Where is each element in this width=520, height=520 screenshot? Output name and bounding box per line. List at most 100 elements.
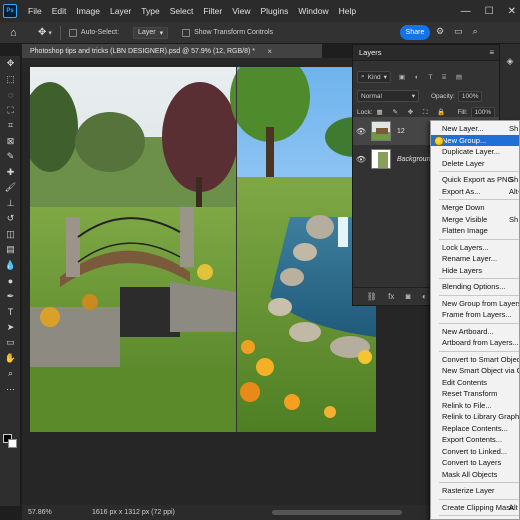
type-icon[interactable]: T (0, 304, 21, 320)
context-menu-item[interactable]: Artboard from Layers... (431, 337, 519, 349)
auto-select-dropdown[interactable]: Layer ▾ (133, 26, 169, 39)
crop-icon[interactable]: ⌗ (0, 118, 21, 134)
adjustment-icon[interactable]: ◐ (422, 292, 427, 301)
context-menu-item[interactable]: Relink to Library Graphic (431, 411, 519, 423)
menu-image[interactable]: Image (71, 0, 105, 22)
lasso-icon[interactable]: ◌ (0, 87, 21, 103)
context-menu-item[interactable]: Merge Down (431, 202, 519, 214)
context-menu-item[interactable]: Convert to Linked... (431, 446, 519, 458)
mask-icon[interactable]: ◙ (406, 292, 411, 301)
context-menu-item[interactable]: Flatten Image (431, 225, 519, 237)
context-menu-item[interactable]: Export Contents... (431, 434, 519, 446)
context-menu-item[interactable]: Mask All Objects (431, 469, 519, 481)
gradient-icon[interactable]: ▤ (0, 242, 21, 258)
hand-icon[interactable]: ✋ (0, 351, 21, 367)
history-brush-icon[interactable]: ↺ (0, 211, 21, 227)
close-tab-icon[interactable]: × (267, 47, 272, 56)
context-menu-item-label: New Group... (442, 135, 487, 145)
menu-filter[interactable]: Filter (198, 0, 227, 22)
context-menu-item-label: Mask All Objects (442, 469, 498, 479)
context-menu-item[interactable]: Convert to Smart Object (431, 354, 519, 366)
visibility-eye-icon[interactable]: 👁 (353, 127, 369, 136)
context-menu-item[interactable]: Rename Layer... (431, 253, 519, 265)
marquee-icon[interactable]: ⬚ (0, 72, 21, 88)
context-menu-item[interactable]: New Group from Layers... (431, 298, 519, 310)
visibility-eye-icon[interactable]: 👁 (353, 155, 369, 164)
context-menu-item[interactable]: Lock Layers... (431, 242, 519, 254)
document-canvas[interactable] (30, 67, 376, 432)
rectangle-icon[interactable]: ▭ (0, 335, 21, 351)
move-icon[interactable]: ✥ (0, 56, 21, 72)
maximize-icon[interactable]: ☐ (485, 6, 494, 17)
dodge-icon[interactable]: ● (0, 273, 21, 289)
filter-kind-dropdown[interactable]: ⌕ Kind ▾ (357, 71, 391, 83)
close-icon[interactable]: ✕ (508, 6, 516, 17)
opacity-field[interactable]: 100% (457, 90, 483, 102)
context-menu-item[interactable]: New Layer... Sh (431, 123, 519, 135)
layers-panel-header[interactable]: Layers ≡ (353, 45, 499, 61)
minimize-icon[interactable]: — (461, 6, 471, 17)
link-icon[interactable]: ⛓ (367, 292, 377, 301)
context-menu-item[interactable]: Reset Transform (431, 388, 519, 400)
context-menu-item[interactable]: Hide Layers (431, 265, 519, 277)
menu-separator (439, 498, 519, 500)
context-menu-item[interactable]: Convert to Layers (431, 457, 519, 469)
background-color-swatch[interactable] (8, 439, 17, 448)
context-menu-item[interactable]: Frame from Layers... (431, 309, 519, 321)
chevron-down-icon[interactable]: ▾ (48, 29, 52, 37)
home-icon[interactable]: ⌂ (10, 27, 22, 39)
menu-layer[interactable]: Layer (105, 0, 136, 22)
brush-icon[interactable]: 🖌 (0, 180, 21, 196)
search-icon[interactable]: ⌕ (473, 26, 478, 37)
stamp-icon[interactable]: ⊥ (0, 196, 21, 212)
context-menu-item[interactable]: New Artboard... (431, 326, 519, 338)
workspace-icon[interactable]: ▭ (454, 26, 463, 37)
healing-icon[interactable]: ✚ (0, 165, 21, 181)
blend-mode-dropdown[interactable]: Normal ▾ (357, 90, 419, 102)
eraser-icon[interactable]: ◫ (0, 227, 21, 243)
transform-controls-checkbox[interactable] (182, 28, 191, 37)
blur-icon[interactable]: 💧 (0, 258, 21, 274)
menu-plugins[interactable]: Plugins (255, 0, 293, 22)
layers-panel-icon[interactable]: ◈ (500, 56, 520, 67)
horizontal-scrollbar[interactable] (272, 510, 402, 515)
context-menu-item[interactable]: New Smart Object via Co (431, 365, 519, 377)
context-menu-item[interactable]: New Group... (431, 134, 519, 146)
frame-icon[interactable]: ⊠ (0, 134, 21, 150)
more-tools-icon[interactable]: ⋯ (0, 382, 21, 398)
object-select-icon[interactable]: ⛶ (0, 103, 21, 119)
auto-select-checkbox[interactable] (68, 28, 77, 37)
context-menu-item-label: Artboard from Layers... (442, 338, 519, 347)
context-menu-item[interactable]: Duplicate Layer... (431, 146, 519, 158)
path-select-icon[interactable]: ➤ (0, 320, 21, 336)
context-menu-item[interactable]: Merge Visible Sh (431, 214, 519, 226)
menu-type[interactable]: Type (136, 0, 164, 22)
menu-view[interactable]: View (227, 0, 255, 22)
context-menu-item[interactable]: Quick Export as PNG Sh (431, 174, 519, 186)
context-menu-item[interactable]: Export As... Alt+S (431, 186, 519, 198)
share-button[interactable]: Share (400, 25, 430, 40)
menu-edit[interactable]: Edit (47, 0, 72, 22)
document-tab[interactable]: Photoshop tips and tricks (LBN DESIGNER)… (22, 44, 322, 58)
context-menu-item[interactable]: Edit Contents (431, 377, 519, 389)
menu-help[interactable]: Help (334, 0, 361, 22)
menu-select[interactable]: Select (165, 0, 199, 22)
context-menu-item[interactable]: Relink to File... (431, 400, 519, 412)
lock-icons[interactable]: ▦ ✎ ✥ ⛶ 🔒 (377, 108, 450, 117)
fx-icon[interactable]: fx (388, 292, 394, 301)
zoom-icon[interactable]: ⌕ (0, 366, 21, 382)
context-menu-item[interactable]: Blending Options... (431, 281, 519, 293)
filter-icons[interactable]: ▣ ◐ T ⌸ ▤ (399, 73, 466, 82)
eyedropper-icon[interactable]: ✎ (0, 149, 21, 165)
context-menu-item[interactable]: Rasterize Layer (431, 485, 519, 497)
menu-window[interactable]: Window (293, 0, 333, 22)
zoom-level[interactable]: 57.86% (28, 509, 68, 516)
context-menu-item[interactable]: Replace Contents... (431, 423, 519, 435)
context-menu-item[interactable]: Delete Layer (431, 158, 519, 170)
panel-menu-icon[interactable]: ≡ (489, 48, 494, 57)
menu-file[interactable]: File (23, 0, 47, 22)
pen-icon[interactable]: ✒ (0, 289, 21, 305)
context-menu-item[interactable]: Create Clipping Mask Alt (431, 502, 519, 514)
gear-icon[interactable]: ⚙ (436, 26, 444, 37)
move-tool-icon[interactable]: ✥ (38, 27, 46, 38)
